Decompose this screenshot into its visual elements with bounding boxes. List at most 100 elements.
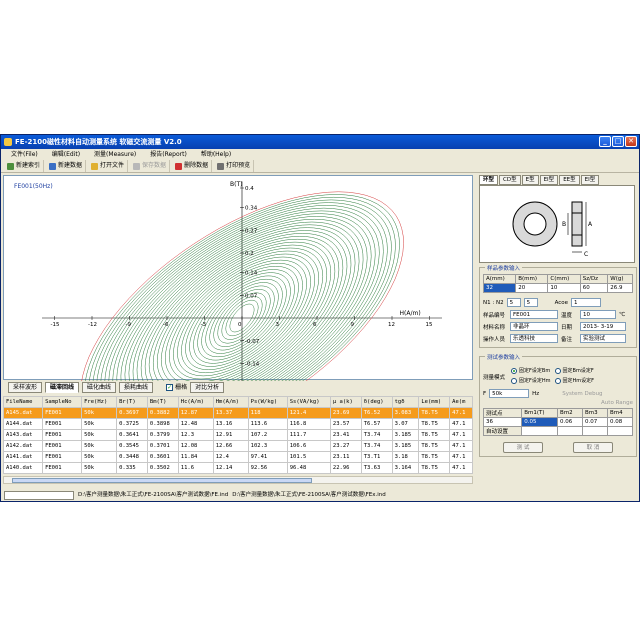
mode-radio-bm-f[interactable]: 固定Bm设定F [554, 367, 595, 374]
grid-checkbox[interactable]: ✓ 栅格 [166, 382, 187, 393]
dim-sz-input[interactable]: 60 [579, 283, 609, 293]
tab-ee[interactable]: EE型 [559, 175, 580, 185]
horizontal-scrollbar[interactable] [3, 476, 473, 484]
table-header: FileName SampleNo Fre(Hz) Br(T) Bm(T) Hc(A/m)… [2, 396, 473, 408]
table-cell: 47.1 [449, 429, 473, 441]
mode-radio-f-bm[interactable]: 固定F设定Bm [511, 367, 551, 374]
table-row[interactable]: A140.dat FE001 50k 0.335 0.3502 11.6 12.14 92.5… [2, 462, 473, 474]
menu-bar: 文件(File) 编辑(Edit) 测量(Measure) 报告(Report)… [1, 149, 639, 160]
shape-diagram: A B C [479, 185, 635, 263]
table-row[interactable]: A142.dat FE001 50k 0.3545 0.3701 12.08 12.66 10… [2, 440, 473, 452]
material-input[interactable]: 非晶环 [510, 322, 558, 331]
tab-ei-2[interactable]: EI型 [580, 175, 600, 185]
test-button[interactable]: 测 试 [503, 442, 543, 453]
folder-icon [91, 162, 99, 170]
column-header[interactable]: μ a(k) [329, 396, 362, 408]
table-cell: 13.37 [212, 407, 249, 419]
bm4-input[interactable]: 0.08 [606, 417, 634, 427]
tab-ring[interactable]: 环型 [479, 175, 499, 185]
menu-file[interactable]: 文件(File) [11, 149, 38, 160]
bm2-input[interactable]: 0.06 [557, 417, 584, 427]
table-cell: 3.185 [391, 440, 420, 452]
print-preview-button[interactable]: 打印预览 [214, 160, 255, 172]
dim-a-label: A [588, 221, 593, 228]
save-data-button[interactable]: 保存数据 [130, 160, 171, 172]
points-input[interactable]: 36 [482, 417, 523, 427]
auto-setting-button[interactable]: 自动设置 [482, 426, 523, 436]
save-icon [133, 162, 141, 170]
sample-no-input[interactable]: FE001 [510, 310, 558, 319]
table-row[interactable]: A141.dat FE001 50k 0.3448 0.3601 11.84 12.4 97.… [2, 451, 473, 463]
column-header[interactable]: Hc(A/m) [177, 396, 214, 408]
column-header[interactable]: Br(T) [116, 396, 148, 408]
column-header[interactable]: Le(mm) [418, 396, 451, 408]
temp-input[interactable]: 10 [580, 310, 616, 319]
scroll-thumb[interactable] [12, 478, 312, 483]
open-file-button[interactable]: 打开文件 [88, 160, 129, 172]
bm1-input[interactable]: 0.05 [521, 417, 559, 427]
table-row[interactable]: A145.dat FE001 50k 0.3697 0.3882 12.87 13.37 11… [2, 407, 473, 419]
table-cell: 101.5 [286, 451, 331, 463]
column-header[interactable]: Ss(VA/kg) [286, 396, 331, 408]
column-header[interactable]: SampleNo [42, 396, 83, 408]
table-cell: 12.48 [177, 418, 214, 430]
tab-loss[interactable]: 损耗曲线 [119, 382, 154, 393]
table-cell: FE001 [42, 429, 83, 441]
n1-input[interactable]: 5 [506, 298, 521, 307]
compare-button[interactable]: 对比分析 [190, 382, 225, 393]
column-header[interactable]: δ(deg) [360, 396, 393, 408]
mode-radio-f-hm[interactable]: 固定F设定Hm [511, 377, 551, 384]
column-header[interactable]: Fre(Hz) [81, 396, 118, 408]
tab-waveform[interactable]: 采样波形 [8, 382, 43, 393]
y-axis-label: B(T) [230, 181, 242, 188]
table-cell: 12.08 [177, 440, 214, 452]
tab-ei[interactable]: EI型 [539, 175, 559, 185]
radio-dot [554, 377, 561, 384]
tab-cd[interactable]: CD型 [499, 175, 521, 185]
column-header[interactable]: Bm(T) [146, 396, 179, 408]
y-tick-label: 0.34 [245, 206, 258, 212]
column-header[interactable]: Ps(W/kg) [247, 396, 288, 408]
table-cell: T8.T5 [418, 418, 451, 430]
tab-e[interactable]: E型 [521, 175, 539, 185]
freq-input[interactable]: 50k [489, 389, 530, 398]
date-picker[interactable]: 2013- 3-19 [580, 322, 626, 331]
menu-measure[interactable]: 测量(Measure) [94, 149, 136, 160]
n2-input[interactable]: 5 [523, 298, 538, 307]
sample-no-label: 样品编号 [483, 312, 506, 319]
column-header[interactable]: Hm(A/m) [212, 396, 249, 408]
menu-edit[interactable]: 编辑(Edit) [52, 149, 80, 160]
acoe-input[interactable]: 1 [571, 298, 602, 307]
auto-range-checkbox[interactable]: Auto Range [601, 400, 633, 406]
dim-a-input[interactable]: 32 [482, 283, 517, 293]
minimize-button[interactable]: _ [599, 136, 611, 147]
mode-radio-hm-f[interactable]: 固定Hm设定F [554, 377, 594, 384]
delete-data-button[interactable]: 删除数据 [172, 160, 213, 172]
column-header[interactable]: tgδ [391, 396, 420, 408]
table-cell: 3.18 [391, 451, 420, 463]
menu-report[interactable]: 报告(Report) [150, 149, 187, 160]
table-cell: A145.dat [2, 407, 44, 419]
dim-c-input[interactable]: 10 [547, 283, 581, 293]
dim-w-input[interactable]: 26.9 [607, 283, 633, 293]
table-cell: 22.96 [329, 462, 362, 474]
dim-b-input[interactable]: 20 [515, 283, 549, 293]
hysteresis-chart[interactable]: -15 -12 -9 -6 -3 0 3 6 9 12 15 0.4 0.34 0.27 0.2 0.14 0.… [3, 175, 473, 381]
column-header[interactable]: FileName [2, 396, 44, 408]
tab-hysteresis[interactable]: 磁滞回线 [45, 382, 80, 393]
bm3-input[interactable]: 0.07 [582, 417, 608, 427]
close-button[interactable]: ✕ [625, 136, 637, 147]
tab-magnetization[interactable]: 磁化曲线 [82, 382, 117, 393]
table-row[interactable]: A143.dat FE001 50k 0.3641 0.3799 12.3 12.91 107… [2, 429, 473, 441]
new-index-button[interactable]: 新建索引 [4, 160, 45, 172]
table-cell: 0.3725 [116, 418, 148, 430]
column-header[interactable]: Ae(m [449, 396, 473, 408]
menu-help[interactable]: 帮助(Help) [201, 149, 231, 160]
table-row[interactable]: A144.dat FE001 50k 0.3725 0.3898 12.48 13.16 11… [2, 418, 473, 430]
operator-input[interactable]: 乐透科技 [510, 334, 558, 343]
maximize-button[interactable]: □ [612, 136, 624, 147]
system-debug-checkbox[interactable]: System Debug [562, 391, 602, 397]
note-input[interactable]: 实验测试 [580, 334, 626, 343]
cancel-button[interactable]: 取 消 [573, 442, 613, 453]
new-data-button[interactable]: 新建数据 [46, 160, 87, 172]
